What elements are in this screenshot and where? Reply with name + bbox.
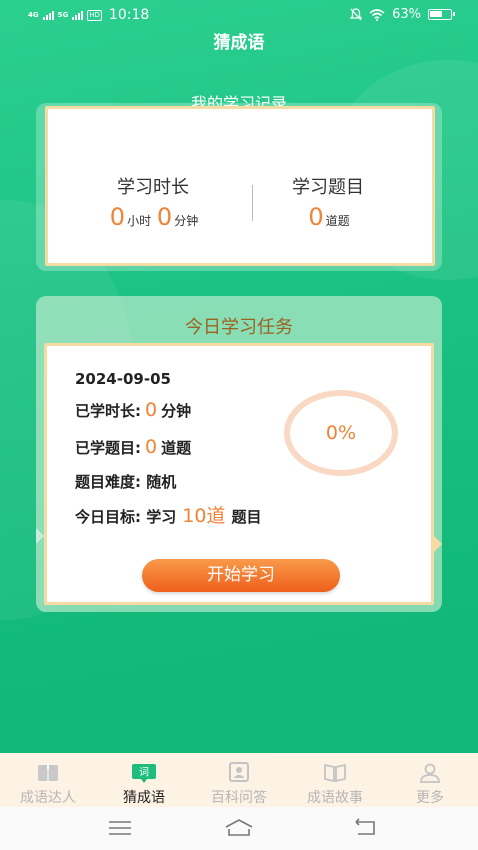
card-notch	[36, 528, 44, 544]
app-screen: 4G 5G HD 10:18 63% 猜成语 我的学习记录 学习时长 0 小时 …	[0, 0, 478, 850]
daily-task-card: 2024-09-05 已学时长: 0 分钟 已学题目: 0 道题 题目难度: 随机 今日…	[44, 343, 434, 605]
system-nav-bar	[0, 807, 478, 850]
mute-icon	[350, 8, 363, 21]
hours-unit: 小时	[127, 214, 152, 228]
book-icon	[38, 763, 58, 781]
tab-encyclopedia-qa[interactable]: 百科问答	[191, 753, 287, 807]
questions-value: 0 道题	[243, 203, 413, 231]
tab-label: 猜成语	[123, 790, 165, 806]
back-icon[interactable]	[350, 817, 380, 839]
menu-icon[interactable]	[105, 817, 135, 839]
questions-count: 0	[308, 203, 324, 231]
word-icon-text: 词	[139, 767, 149, 779]
questions-label: 学习题目	[292, 177, 364, 198]
user-icon	[420, 763, 440, 783]
page-title: 猜成语	[213, 33, 265, 53]
studied-questions-label: 已学题目:	[75, 439, 141, 457]
progress-ring: 0%	[284, 390, 398, 476]
study-duration: 学习时长 0 小时 0 分钟	[68, 173, 238, 231]
open-book-icon	[324, 763, 346, 783]
studied-time-label: 已学时长:	[75, 402, 141, 420]
questions-unit: 道题	[325, 214, 350, 228]
progress-value: 0%	[325, 422, 357, 444]
signal-type-label: 5G	[57, 10, 69, 19]
duration-value: 0 小时 0 分钟	[68, 203, 238, 231]
tab-label: 更多	[416, 790, 444, 806]
study-record-card: 学习时长 0 小时 0 分钟 学习题目 0 道题	[45, 106, 435, 266]
tab-more[interactable]: 更多	[382, 753, 478, 807]
tab-idiom-master[interactable]: 成语达人	[0, 753, 96, 807]
tab-idiom-stories[interactable]: 成语故事	[287, 753, 383, 807]
signal-icon	[42, 10, 54, 20]
person-card-icon	[229, 762, 249, 782]
tab-guess-idiom[interactable]: 词 猜成语	[96, 753, 192, 807]
start-study-button[interactable]: 开始学习	[142, 559, 340, 592]
difficulty-label: 题目难度:	[75, 473, 141, 491]
difficulty-value: 随机	[146, 473, 177, 491]
status-bar: 4G 5G HD 10:18 63%	[0, 0, 478, 30]
studied-questions-row: 已学题目: 0 道题	[75, 436, 191, 458]
battery-percent: 63%	[392, 7, 421, 22]
status-left: 4G 5G HD 10:18	[28, 7, 149, 23]
studied-time-value: 0	[145, 399, 158, 421]
tab-label: 百科问答	[211, 790, 267, 806]
studied-questions-unit: 道题	[161, 439, 192, 457]
studied-time-unit: 分钟	[161, 402, 192, 420]
battery-icon	[428, 9, 455, 20]
goal-prefix: 学习	[146, 508, 177, 526]
study-questions: 学习题目 0 道题	[243, 173, 413, 231]
home-icon[interactable]	[224, 817, 254, 839]
bottom-tab-bar: 成语达人 词 猜成语 百科问答 成语故事 更多	[0, 753, 478, 807]
task-date: 2024-09-05	[75, 370, 171, 388]
word-icon: 词	[132, 764, 156, 783]
signal-icon	[72, 10, 84, 20]
studied-time-row: 已学时长: 0 分钟	[75, 399, 191, 421]
difficulty-row: 题目难度: 随机	[75, 471, 176, 492]
hours-value: 0	[109, 203, 126, 231]
tab-label: 成语达人	[20, 790, 76, 806]
duration-label: 学习时长	[117, 177, 189, 198]
task-title: 今日学习任务	[185, 317, 293, 338]
minutes-unit: 分钟	[174, 214, 199, 228]
goal-label: 今日目标:	[75, 508, 141, 526]
status-right: 63%	[350, 7, 455, 22]
tab-label: 成语故事	[307, 790, 363, 806]
minutes-value: 0	[156, 203, 173, 231]
wifi-icon	[369, 8, 385, 21]
goal-row: 今日目标: 学习 10道 题目	[75, 501, 261, 528]
card-notch	[434, 536, 442, 552]
studied-questions-value: 0	[145, 436, 158, 458]
goal-value: 10道	[182, 505, 226, 527]
signal-type-label: 4G	[28, 10, 39, 19]
hd-badge: HD	[87, 9, 102, 21]
clock: 10:18	[108, 7, 150, 23]
goal-suffix: 题目	[231, 508, 262, 526]
